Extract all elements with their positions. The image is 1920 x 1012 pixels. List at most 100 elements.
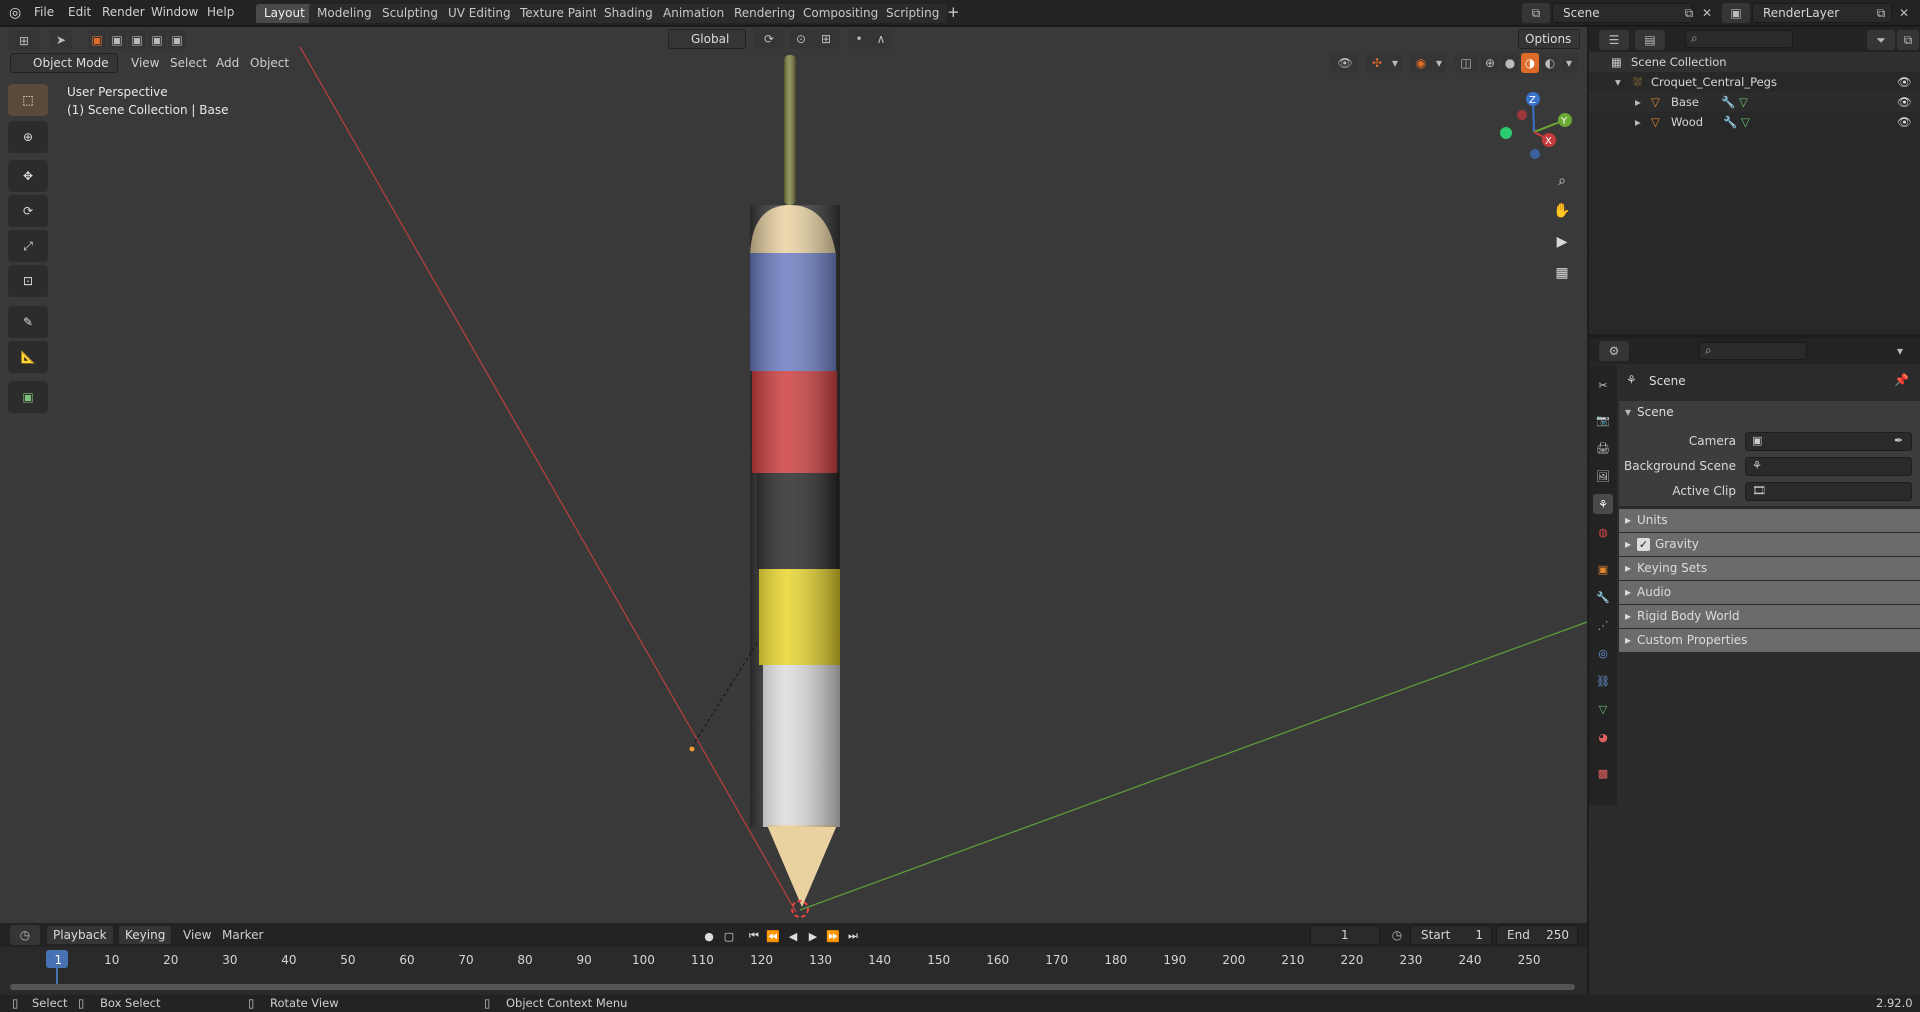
zoom-icon[interactable]: ⌕: [1548, 167, 1576, 195]
outliner-new-collection-icon[interactable]: ⧉: [1897, 30, 1919, 50]
add-cube-tool[interactable]: ▣: [8, 381, 48, 413]
menu-render[interactable]: Render: [102, 5, 145, 19]
properties-options-icon[interactable]: ▾: [1889, 341, 1911, 361]
timeline-editor-type-icon[interactable]: ◷: [10, 925, 40, 945]
menu-edit[interactable]: Edit: [68, 5, 91, 19]
tab-animation[interactable]: Animation: [655, 4, 733, 23]
physics-tab-icon[interactable]: ◎: [1593, 643, 1613, 663]
grid-toggle-icon[interactable]: ▦: [1548, 259, 1576, 287]
scene-close-icon[interactable]: ✕: [1696, 3, 1718, 23]
expand-arrow-icon[interactable]: ▸: [1635, 92, 1641, 112]
rendered-shading-icon[interactable]: ◐: [1541, 53, 1559, 73]
object-visibility-icon[interactable]: 👁: [1897, 112, 1912, 132]
timeline-menu-view[interactable]: View: [183, 928, 211, 942]
properties-editor-type-icon[interactable]: ⚙: [1599, 341, 1629, 361]
keying-sets-panel[interactable]: ▸ Keying Sets: [1619, 557, 1920, 580]
viewport-menu-view[interactable]: View: [131, 56, 159, 70]
viewlayer-close-icon[interactable]: ✕: [1893, 3, 1915, 23]
tab-scripting[interactable]: Scripting: [878, 4, 948, 23]
3d-viewport[interactable]: Z Y X User Perspective (1) Scene Collect…: [0, 27, 1587, 923]
particles-tab-icon[interactable]: ⋰: [1593, 615, 1613, 635]
falloff-icon[interactable]: ∧: [870, 29, 892, 49]
move-tool[interactable]: ✥: [8, 160, 48, 192]
timeline-menu-marker[interactable]: Marker: [222, 928, 263, 942]
visibility-icon[interactable]: 👁: [1331, 53, 1359, 73]
scene-panel-header[interactable]: ▾ Scene: [1619, 401, 1920, 424]
pivot-icon[interactable]: ⟳: [754, 29, 784, 49]
playback-dropdown[interactable]: Playback: [46, 925, 114, 945]
custom-properties-panel[interactable]: ▸ Custom Properties: [1619, 629, 1920, 652]
next-keyframe-icon[interactable]: ⏩: [824, 928, 842, 944]
editor-type-icon[interactable]: ⊞: [8, 31, 40, 51]
menu-window[interactable]: Window: [151, 5, 198, 19]
object-visibility-icon[interactable]: 👁: [1897, 92, 1912, 112]
modifier-icon[interactable]: 🔧: [1721, 92, 1735, 112]
world-tab-icon[interactable]: ◍: [1593, 522, 1613, 542]
viewport-menu-select[interactable]: Select: [170, 56, 207, 70]
view-layer-tab-icon[interactable]: 🖼: [1593, 466, 1613, 486]
select-subtract-icon[interactable]: ▣: [128, 30, 146, 50]
preview-range-icon[interactable]: ◷: [1386, 925, 1408, 945]
tab-layout[interactable]: Layout: [256, 4, 313, 23]
gizmo-dropdown-icon[interactable]: ▾: [1388, 53, 1402, 73]
select-extend-icon[interactable]: ▣: [108, 30, 126, 50]
modifier-tab-icon[interactable]: 🔧: [1593, 587, 1613, 607]
xray-icon[interactable]: ◫: [1455, 53, 1477, 73]
scale-tool[interactable]: ⤢: [8, 230, 48, 262]
scene-browse-icon[interactable]: ⧉: [1522, 3, 1550, 23]
start-frame-field[interactable]: Start 1: [1410, 925, 1492, 945]
audio-panel[interactable]: ▸ Audio: [1619, 581, 1920, 604]
prev-keyframe-icon[interactable]: ⏪: [764, 928, 782, 944]
mesh-data-icon[interactable]: ▽: [1739, 92, 1748, 112]
object-tab-icon[interactable]: ▣: [1593, 559, 1613, 579]
outliner-row-object[interactable]: ▸ ▽ Base 🔧 ▽ 👁: [1589, 92, 1920, 112]
transform-orientation-dropdown[interactable]: Global: [668, 29, 746, 49]
render-tab-icon[interactable]: 📷: [1593, 410, 1613, 430]
viewlayer-new-icon[interactable]: ⧉: [1870, 3, 1892, 23]
scene-tab-icon[interactable]: ⚘: [1593, 494, 1613, 514]
tab-modeling[interactable]: Modeling: [309, 4, 380, 23]
jump-start-icon[interactable]: ⏮: [745, 928, 763, 944]
current-frame-field[interactable]: 1: [1310, 925, 1380, 945]
overlay-toggle-icon[interactable]: ◉: [1410, 53, 1432, 73]
object-mode-dropdown[interactable]: Object Mode: [10, 53, 118, 73]
play-reverse-icon[interactable]: ◀: [784, 928, 802, 944]
options-dropdown[interactable]: Options: [1518, 29, 1580, 49]
record-options-icon[interactable]: ▢: [720, 928, 738, 944]
select-new-icon[interactable]: ▣: [88, 30, 106, 50]
select-tool-icon[interactable]: ➤: [50, 30, 72, 50]
properties-search-input[interactable]: [1699, 342, 1807, 360]
outliner-filter-icon[interactable]: ⏷: [1867, 30, 1895, 50]
mesh-data-icon[interactable]: ▽: [1741, 112, 1750, 132]
expand-arrow-icon[interactable]: ▾: [1615, 72, 1621, 92]
outliner-display-mode-icon[interactable]: ▤: [1635, 30, 1665, 50]
keying-dropdown[interactable]: Keying: [118, 925, 172, 945]
timeline-scrollbar[interactable]: [10, 984, 1575, 990]
tab-texture-paint[interactable]: Texture Paint: [512, 4, 606, 23]
jump-end-icon[interactable]: ⏭: [844, 928, 862, 944]
transform-tool[interactable]: ⊡: [8, 265, 48, 297]
wireframe-shading-icon[interactable]: ⊕: [1481, 53, 1499, 73]
outliner-row-scene-collection[interactable]: ▦ Scene Collection: [1589, 52, 1920, 72]
viewport-menu-add[interactable]: Add: [216, 56, 239, 70]
camera-field[interactable]: ▣ ✒: [1745, 432, 1912, 451]
proportional-edit-icon[interactable]: •: [848, 29, 870, 49]
record-icon[interactable]: ●: [700, 928, 718, 944]
expand-arrow-icon[interactable]: ▸: [1635, 112, 1641, 132]
rotate-tool[interactable]: ⟳: [8, 195, 48, 227]
scene-selector[interactable]: Scene: [1552, 3, 1692, 23]
tab-rendering[interactable]: Rendering: [726, 4, 804, 23]
snap-target-icon[interactable]: ⊞: [812, 29, 840, 49]
overlay-dropdown-icon[interactable]: ▾: [1432, 53, 1446, 73]
cursor-tool[interactable]: ⊕: [8, 121, 48, 153]
eyedropper-icon[interactable]: ✒: [1894, 434, 1903, 447]
snap-icon[interactable]: ⊙: [790, 29, 812, 49]
tab-compositing[interactable]: Compositing: [795, 4, 887, 23]
gravity-panel[interactable]: ▸ ✓ Gravity: [1619, 533, 1920, 556]
modifier-icon[interactable]: 🔧: [1723, 112, 1737, 132]
data-tab-icon[interactable]: ▽: [1593, 699, 1613, 719]
tab-shading[interactable]: Shading: [596, 4, 661, 23]
texture-tab-icon[interactable]: ▩: [1593, 763, 1613, 783]
menu-file[interactable]: File: [34, 5, 54, 19]
pan-hand-icon[interactable]: ✋: [1548, 197, 1576, 225]
